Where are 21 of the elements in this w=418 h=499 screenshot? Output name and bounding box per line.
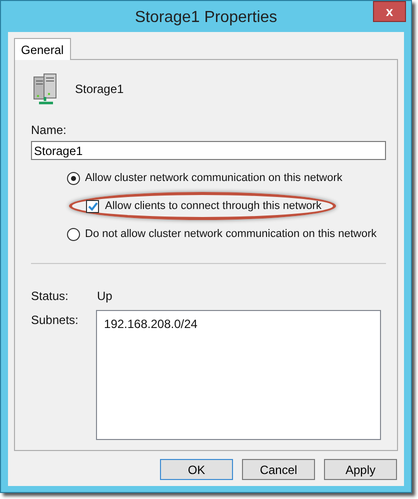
tab[interactable]: General — [14, 38, 71, 60]
radio-button[interactable] — [67, 172, 80, 184]
dialog-button[interactable]: Cancel — [242, 459, 315, 480]
radio-label: Do not allow cluster network communication on this network — [85, 226, 377, 242]
subnet-item[interactable]: 192.168.208.0/24 — [104, 315, 373, 333]
checkbox-label: Allow clients to connect through this network — [105, 198, 322, 214]
radio-label: Allow cluster network communication on this network — [85, 170, 342, 186]
name-label: Name: — [31, 122, 68, 139]
close-button[interactable]: x — [373, 1, 406, 22]
network-name: Storage1 — [75, 81, 124, 98]
radio-button[interactable] — [67, 228, 80, 240]
dialog-button[interactable]: OK — [160, 459, 233, 480]
name-field[interactable]: Storage1 — [31, 141, 386, 160]
server-network-icon — [33, 73, 59, 105]
dialog-button[interactable]: Apply — [324, 459, 397, 480]
window-title: Storage1 Properties — [134, 8, 278, 28]
subnets-label: Subnets: — [31, 312, 80, 329]
status-label: Status: — [31, 288, 70, 305]
status-value: Up — [97, 288, 112, 305]
checkbox[interactable] — [86, 200, 99, 212]
check-icon — [88, 202, 98, 210]
